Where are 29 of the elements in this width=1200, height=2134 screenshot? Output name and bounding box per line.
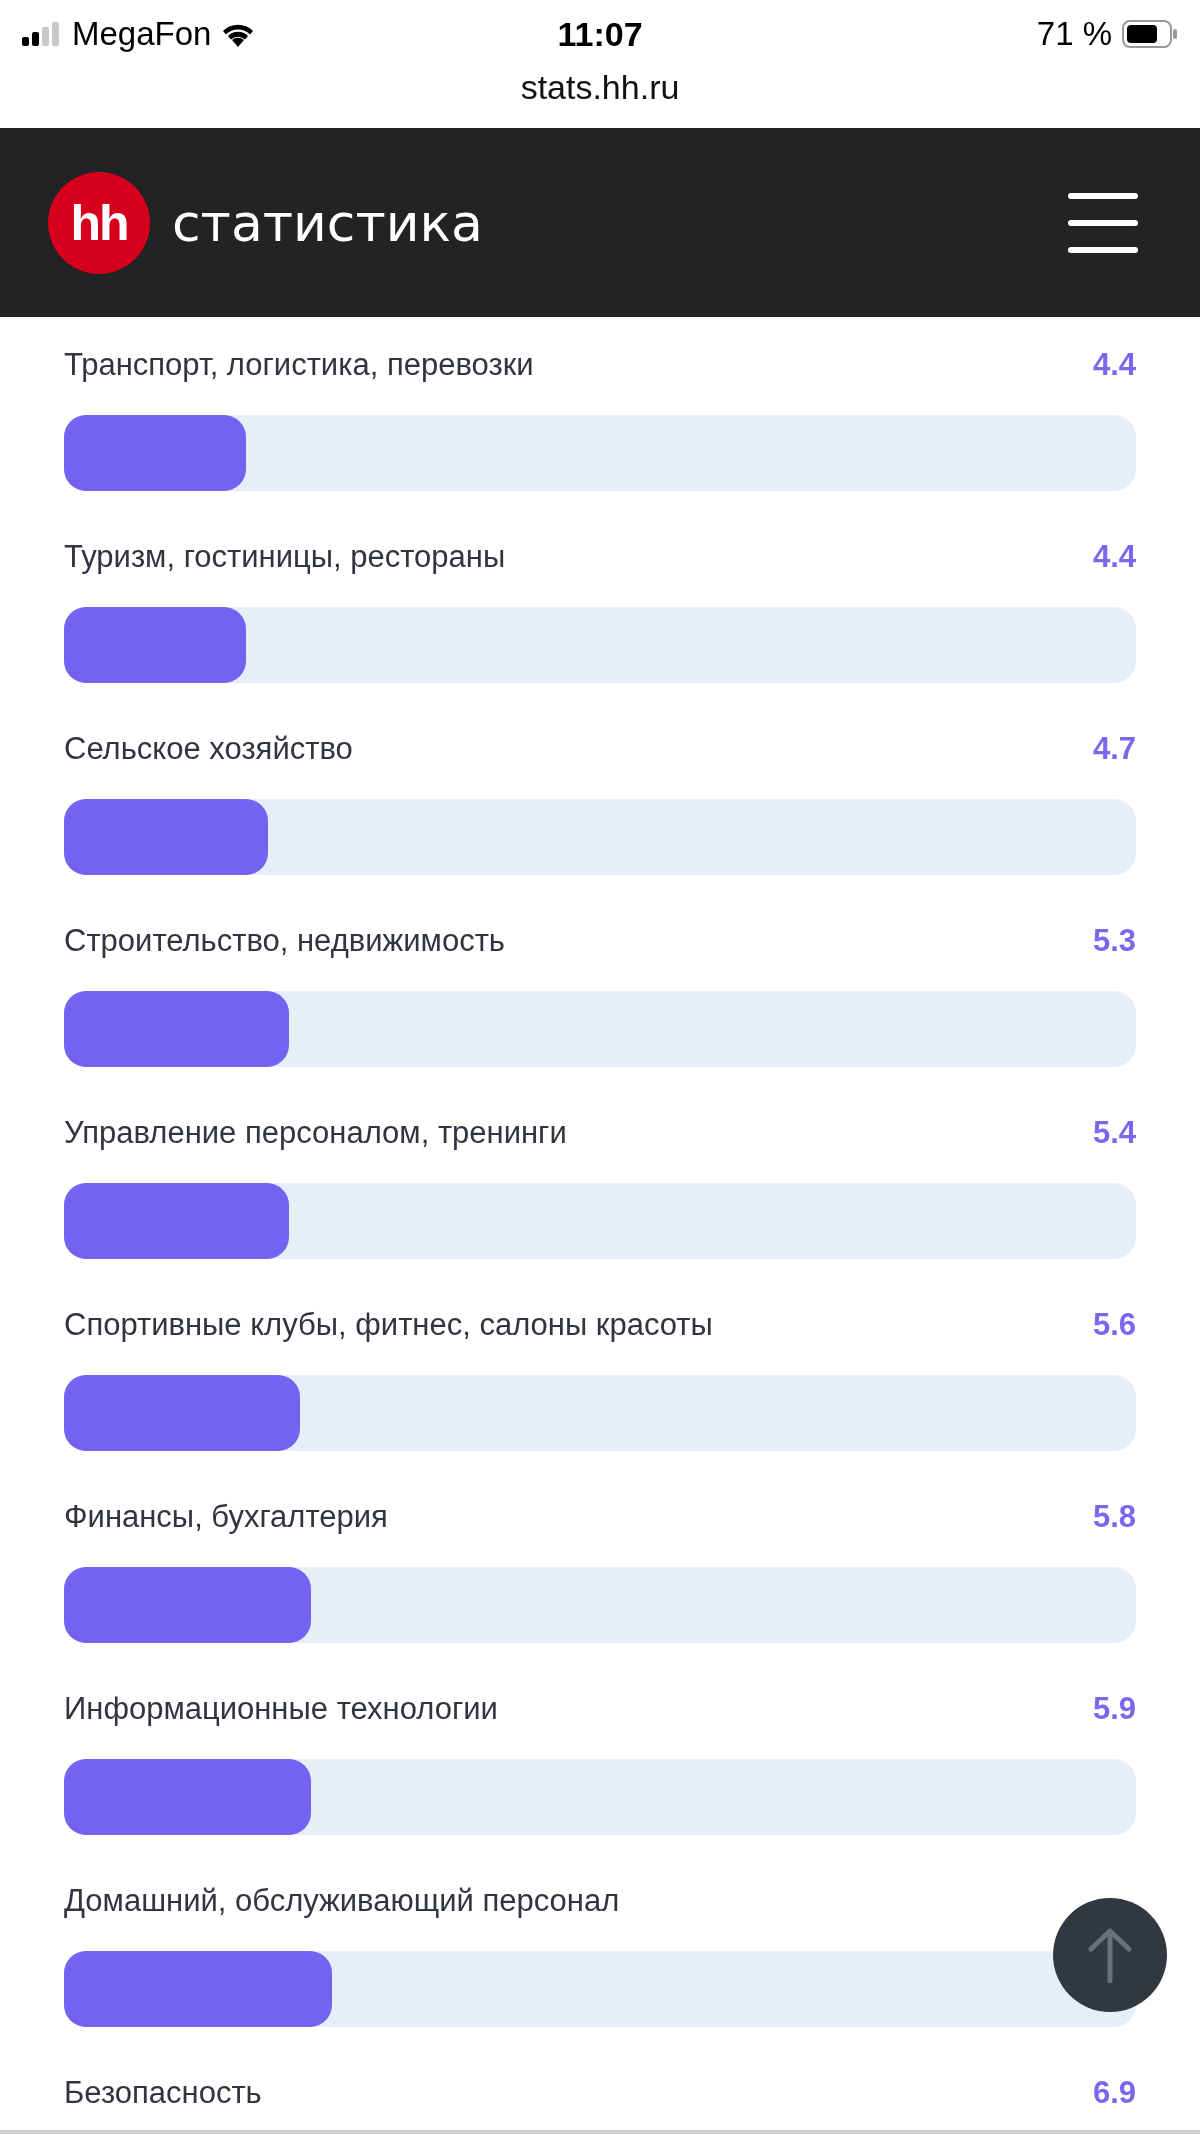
category-value: 5.6 <box>1092 1307 1136 1343</box>
category-value: 5.3 <box>1092 923 1136 959</box>
category-label: Информационные технологии <box>64 1691 498 1727</box>
category-label: Транспорт, логистика, перевозки <box>64 347 534 383</box>
category-label: Управление персоналом, тренинги <box>64 1115 567 1151</box>
category-value: 4.4 <box>1092 539 1136 575</box>
category-value: 5.4 <box>1092 1115 1136 1151</box>
category-label: Сельское хозяйство <box>64 731 353 767</box>
category-value: 5.9 <box>1092 1691 1136 1727</box>
menu-icon[interactable] <box>1068 190 1138 255</box>
page-url[interactable]: stats.hh.ru <box>520 68 680 107</box>
category-label: Финансы, бухгалтерия <box>64 1499 388 1535</box>
category-label: Домашний, обслуживающий персонал <box>64 1883 620 1919</box>
site-title: статистика <box>172 192 483 253</box>
carrier-name: MegaFon <box>72 15 212 53</box>
category-value: 4.7 <box>1092 731 1136 767</box>
category-label: Строительство, недвижимость <box>64 923 505 959</box>
category-label: Туризм, гостиницы, рестораны <box>64 539 506 575</box>
signal-icon <box>22 22 62 46</box>
arrow-up-icon <box>1087 1927 1133 1983</box>
logo-icon[interactable]: hh <box>48 171 150 274</box>
category-label: Спортивные клубы, фитнес, салоны красоты <box>64 1307 713 1343</box>
category-value: 5.8 <box>1092 1499 1136 1535</box>
battery-icon <box>1122 20 1178 48</box>
battery-percent: 71 % <box>1036 15 1112 53</box>
category-label: Безопасность <box>64 2075 262 2111</box>
clock-time: 11:07 <box>557 14 643 54</box>
category-value: 4.4 <box>1092 347 1136 383</box>
category-value: 6.9 <box>1092 2075 1136 2111</box>
